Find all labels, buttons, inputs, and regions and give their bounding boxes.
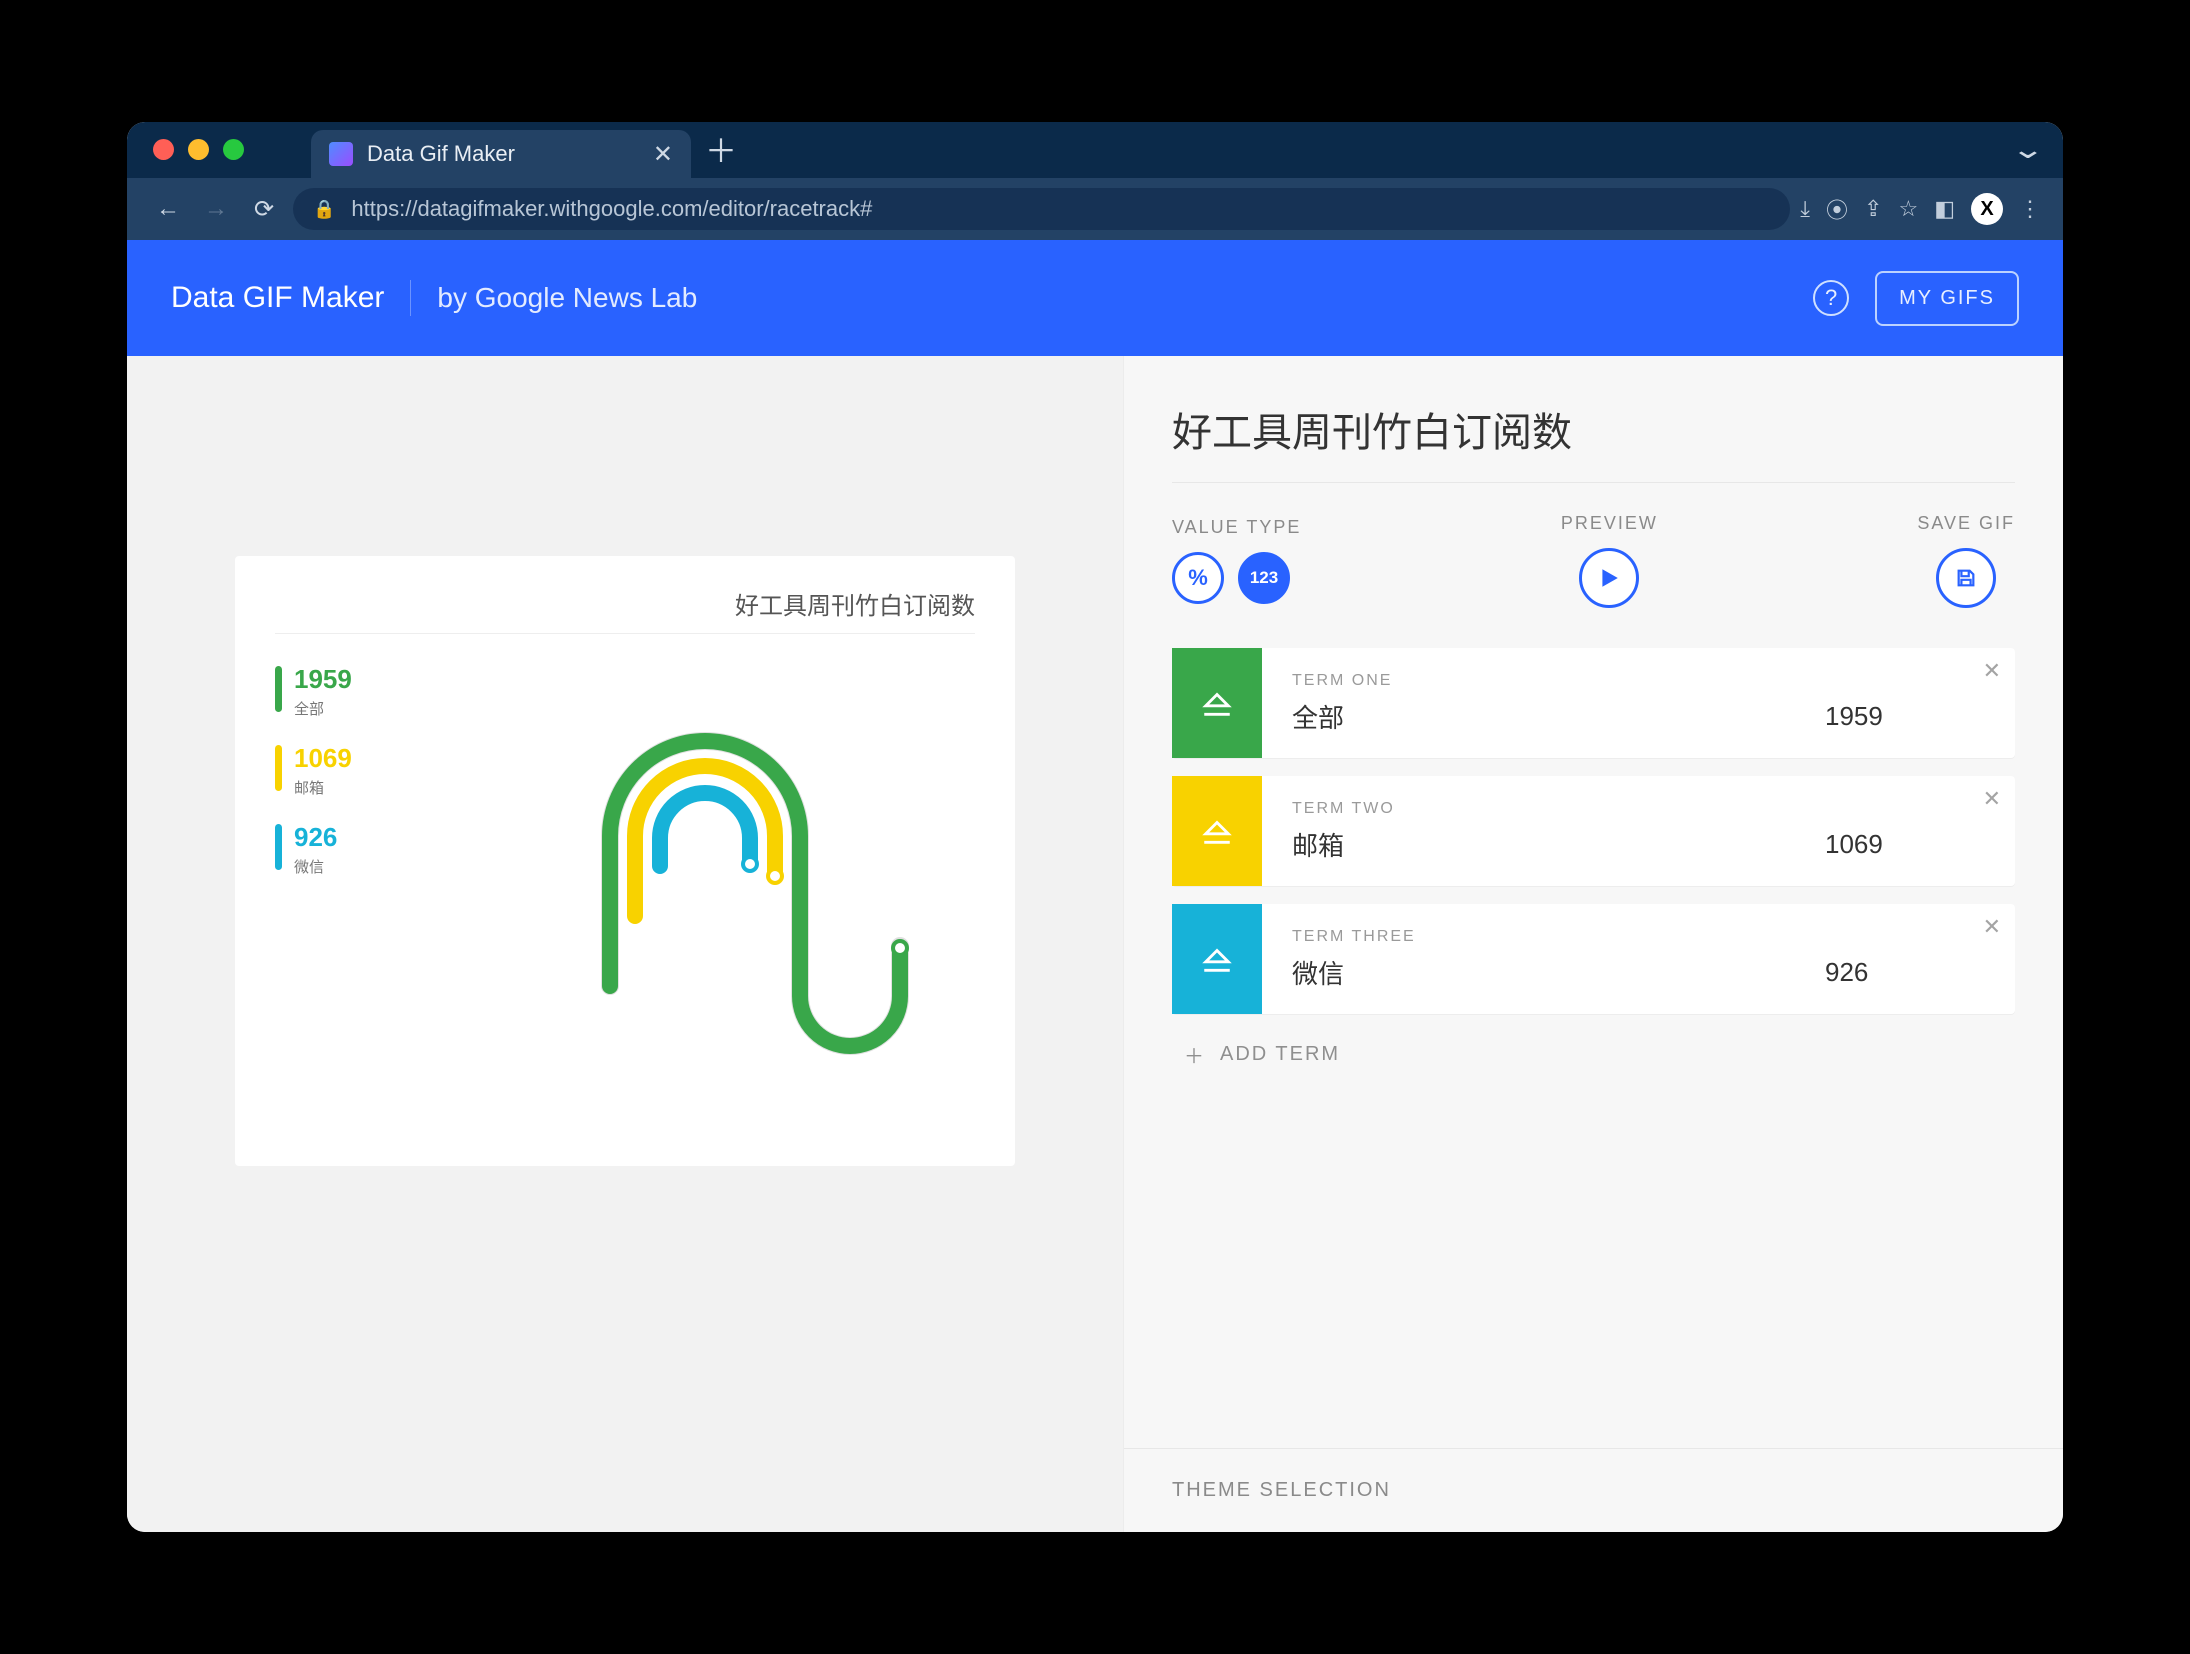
legend-color-icon bbox=[275, 824, 282, 870]
legend-label: 全部 bbox=[294, 698, 352, 719]
legend-item: 1069 邮箱 bbox=[275, 745, 352, 798]
app-body: 好工具周刊竹白订阅数 1959 全部 1069 bbox=[127, 356, 2063, 1532]
legend-value: 926 bbox=[294, 824, 337, 850]
mac-minimize-icon[interactable] bbox=[188, 139, 209, 160]
value-type-number[interactable]: 123 bbox=[1238, 552, 1290, 604]
term-row: TERM ONE 全部 1959 ✕ bbox=[1172, 648, 2015, 758]
add-term-button[interactable]: ＋ ADD TERM bbox=[1124, 1024, 2063, 1085]
legend-value: 1959 bbox=[294, 666, 352, 692]
forward-button[interactable]: → bbox=[197, 190, 235, 228]
save-gif-button[interactable] bbox=[1936, 548, 1996, 608]
app-subtitle: by Google News Lab bbox=[437, 282, 697, 314]
preview-play-button[interactable] bbox=[1579, 548, 1639, 608]
zoom-icon[interactable]: ⦿ bbox=[1826, 193, 1848, 225]
my-gifs-button[interactable]: MY GIFS bbox=[1875, 271, 2019, 326]
term-remove-button[interactable]: ✕ bbox=[1983, 658, 2001, 684]
back-button[interactable]: ← bbox=[149, 190, 187, 228]
preview-card: 好工具周刊竹白订阅数 1959 全部 1069 bbox=[235, 556, 1015, 1166]
editor-panel: 好工具周刊竹白订阅数 VALUE TYPE % 123 PREVIEW bbox=[1123, 356, 2063, 1532]
save-control: SAVE GIF bbox=[1917, 513, 2015, 608]
help-icon[interactable]: ? bbox=[1813, 280, 1849, 316]
legend-item: 1959 全部 bbox=[275, 666, 352, 719]
value-type-control: VALUE TYPE % 123 bbox=[1172, 517, 1301, 604]
theme-selection-header[interactable]: THEME SELECTION bbox=[1124, 1448, 2063, 1532]
term-color-swatch[interactable] bbox=[1172, 904, 1262, 1014]
value-type-label: VALUE TYPE bbox=[1172, 517, 1301, 538]
play-icon bbox=[1598, 567, 1620, 589]
mac-close-icon[interactable] bbox=[153, 139, 174, 160]
preview-title: 好工具周刊竹白订阅数 bbox=[275, 586, 975, 634]
app-header: Data GIF Maker by Google News Lab ? MY G… bbox=[127, 240, 2063, 356]
save-label: SAVE GIF bbox=[1917, 513, 2015, 534]
share-icon[interactable]: ⇪ bbox=[1864, 196, 1882, 222]
preview-label: PREVIEW bbox=[1561, 513, 1658, 534]
appbar-divider bbox=[410, 280, 411, 316]
omnibox-url: https://datagifmaker.withgoogle.com/edit… bbox=[351, 196, 872, 222]
term-remove-button[interactable]: ✕ bbox=[1983, 786, 2001, 812]
legend-label: 邮箱 bbox=[294, 777, 352, 798]
reload-button[interactable]: ⟳ bbox=[245, 190, 283, 228]
legend-color-icon bbox=[275, 666, 282, 712]
legend-color-icon bbox=[275, 745, 282, 791]
mac-zoom-icon[interactable] bbox=[223, 139, 244, 160]
sidepanel-icon[interactable]: ◧ bbox=[1934, 196, 1955, 222]
term-value-label bbox=[1825, 675, 1985, 693]
editor-controls: VALUE TYPE % 123 PREVIEW bbox=[1124, 483, 2063, 638]
legend-item: 926 微信 bbox=[275, 824, 352, 877]
term-value-label bbox=[1825, 931, 1985, 949]
preview-pane: 好工具周刊竹白订阅数 1959 全部 1069 bbox=[127, 356, 1123, 1532]
term-color-swatch[interactable] bbox=[1172, 648, 1262, 758]
app-title: Data GIF Maker bbox=[171, 281, 384, 315]
new-tab-button[interactable]: ＋ bbox=[705, 126, 737, 178]
term-remove-button[interactable]: ✕ bbox=[1983, 914, 2001, 940]
paint-bucket-icon bbox=[1200, 814, 1234, 848]
term-header: TERM THREE bbox=[1292, 928, 1785, 946]
legend-value: 1069 bbox=[294, 745, 352, 771]
term-value-input[interactable]: 1069 bbox=[1825, 829, 1985, 860]
add-term-label: ADD TERM bbox=[1220, 1043, 1340, 1066]
install-icon[interactable]: ⤓ bbox=[1800, 196, 1810, 222]
tab-favicon-icon bbox=[329, 142, 353, 166]
preview-control: PREVIEW bbox=[1561, 513, 1658, 608]
lock-icon: 🔒 bbox=[313, 199, 335, 220]
term-name-input[interactable]: 全部 bbox=[1292, 698, 1785, 735]
term-color-swatch[interactable] bbox=[1172, 776, 1262, 886]
term-name-input[interactable]: 微信 bbox=[1292, 954, 1785, 991]
tab-title: Data Gif Maker bbox=[367, 141, 515, 167]
term-row: TERM THREE 微信 926 ✕ bbox=[1172, 904, 2015, 1014]
term-value-input[interactable]: 926 bbox=[1825, 957, 1985, 988]
preview-legend: 1959 全部 1069 邮箱 bbox=[275, 666, 352, 877]
browser-tab[interactable]: Data Gif Maker ✕ bbox=[311, 130, 691, 178]
term-name-input[interactable]: 邮箱 bbox=[1292, 826, 1785, 863]
chrome-tabstrip: Data Gif Maker ✕ ＋ ⌄ bbox=[127, 122, 2063, 178]
term-value-input[interactable]: 1959 bbox=[1825, 701, 1985, 732]
browser-window: Data Gif Maker ✕ ＋ ⌄ ← → ⟳ 🔒 https://dat… bbox=[127, 122, 2063, 1532]
save-icon bbox=[1955, 567, 1977, 589]
tabs-overflow-icon[interactable]: ⌄ bbox=[2011, 134, 2046, 165]
term-header: TERM TWO bbox=[1292, 800, 1785, 818]
paint-bucket-icon bbox=[1200, 942, 1234, 976]
profile-avatar[interactable]: X bbox=[1971, 193, 2003, 225]
omnibox[interactable]: 🔒 https://datagifmaker.withgoogle.com/ed… bbox=[293, 188, 1790, 230]
plus-icon: ＋ bbox=[1184, 1040, 1206, 1069]
chrome-toolbar: ← → ⟳ 🔒 https://datagifmaker.withgoogle.… bbox=[127, 178, 2063, 240]
paint-bucket-icon bbox=[1200, 686, 1234, 720]
term-value-label bbox=[1825, 803, 1985, 821]
bookmark-icon[interactable]: ☆ bbox=[1898, 196, 1918, 222]
racetrack-chart bbox=[565, 686, 945, 1106]
terms-list: TERM ONE 全部 1959 ✕ bbox=[1124, 638, 2063, 1024]
kebab-menu-icon[interactable]: ⋮ bbox=[2019, 196, 2041, 222]
gif-title-input[interactable]: 好工具周刊竹白订阅数 bbox=[1124, 356, 2063, 482]
value-type-percent[interactable]: % bbox=[1172, 552, 1224, 604]
term-row: TERM TWO 邮箱 1069 ✕ bbox=[1172, 776, 2015, 886]
term-header: TERM ONE bbox=[1292, 672, 1785, 690]
legend-label: 微信 bbox=[294, 856, 337, 877]
tab-close-icon[interactable]: ✕ bbox=[653, 140, 673, 169]
toolbar-endicons: ⤓ ⦿ ⇪ ☆ ◧ X ⋮ bbox=[1800, 193, 2041, 225]
mac-window-controls bbox=[153, 139, 244, 160]
